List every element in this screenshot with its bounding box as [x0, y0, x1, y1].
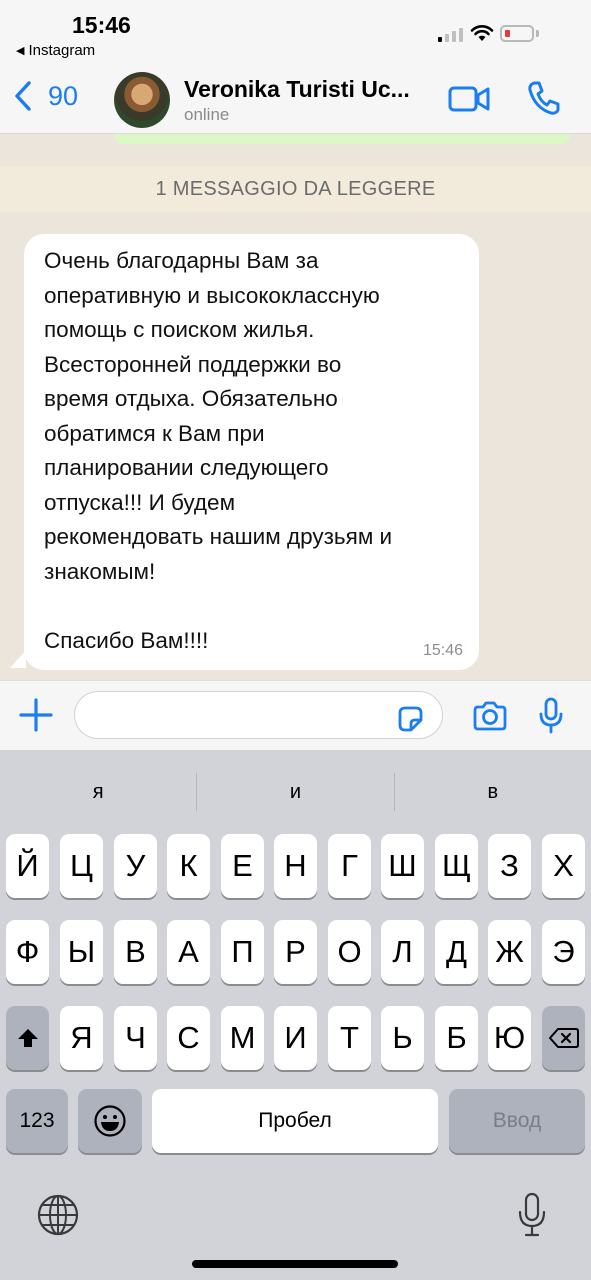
emoji-key[interactable]: [78, 1089, 142, 1153]
key-letter[interactable]: Й: [6, 834, 49, 898]
incoming-message-bubble[interactable]: Очень благодарны Вам за оперативную и вы…: [24, 234, 479, 670]
sticker-icon[interactable]: [396, 705, 424, 733]
key-letter[interactable]: М: [221, 1006, 264, 1070]
battery-tip: [536, 30, 539, 37]
key-letter[interactable]: А: [167, 920, 210, 984]
key-letter[interactable]: Ю: [488, 1006, 531, 1070]
key-letter[interactable]: Я: [60, 1006, 103, 1070]
globe-icon[interactable]: [37, 1194, 79, 1236]
message-time: 15:46: [422, 642, 463, 659]
shift-key[interactable]: [6, 1006, 49, 1070]
key-letter[interactable]: Ж: [488, 920, 531, 984]
suggestion-bar: я и в: [0, 768, 591, 816]
key-letter[interactable]: И: [274, 1006, 317, 1070]
camera-icon[interactable]: [472, 701, 508, 731]
contact-status: online: [184, 105, 230, 124]
key-letter[interactable]: Щ: [435, 834, 478, 898]
key-letter[interactable]: Ф: [6, 920, 49, 984]
home-indicator: [192, 1260, 398, 1268]
key-letter[interactable]: Н: [274, 834, 317, 898]
return-key[interactable]: Ввод: [449, 1089, 585, 1153]
key-letter[interactable]: К: [167, 834, 210, 898]
status-bar: 15:46 ◀ Instagram: [0, 0, 591, 64]
backspace-key[interactable]: [542, 1006, 585, 1070]
key-letter[interactable]: Д: [435, 920, 478, 984]
backspace-icon: [548, 1028, 579, 1048]
key-letter[interactable]: Е: [221, 834, 264, 898]
key-letter[interactable]: Ч: [114, 1006, 157, 1070]
suggestion-3[interactable]: в: [395, 768, 591, 816]
key-letter[interactable]: Л: [381, 920, 424, 984]
message-input[interactable]: [74, 691, 443, 739]
back-button[interactable]: 90: [12, 80, 78, 112]
key-letter[interactable]: У: [114, 834, 157, 898]
key-letter[interactable]: П: [221, 920, 264, 984]
back-to-app-link[interactable]: ◀ Instagram: [16, 42, 95, 59]
cellular-signal-icon: [438, 26, 463, 42]
key-letter[interactable]: Э: [542, 920, 585, 984]
key-letter[interactable]: Г: [328, 834, 371, 898]
key-letter[interactable]: Р: [274, 920, 317, 984]
unread-messages-banner: 1 MESSAGGIO DA LEGGERE: [0, 166, 591, 212]
previous-message-bubble: [114, 134, 570, 144]
key-letter[interactable]: З: [488, 834, 531, 898]
emoji-icon: [94, 1105, 126, 1137]
space-key[interactable]: Пробел: [152, 1089, 438, 1153]
battery-icon: [500, 25, 534, 42]
key-letter[interactable]: О: [328, 920, 371, 984]
phone-icon[interactable]: [526, 80, 560, 116]
chevron-left-icon: [15, 81, 31, 111]
dictation-microphone-icon[interactable]: [517, 1192, 547, 1238]
key-letter[interactable]: С: [167, 1006, 210, 1070]
back-triangle-icon: ◀: [16, 45, 25, 57]
plus-icon[interactable]: [18, 697, 54, 733]
unread-count: 90: [48, 80, 79, 111]
key-letter[interactable]: Х: [542, 834, 585, 898]
shift-icon: [17, 1029, 38, 1047]
key-letter[interactable]: Ц: [60, 834, 103, 898]
wifi-icon: [470, 25, 494, 41]
status-time: 15:46: [72, 12, 131, 38]
microphone-icon[interactable]: [538, 697, 564, 735]
back-app-label: Instagram: [28, 42, 96, 59]
key-letter[interactable]: Б: [435, 1006, 478, 1070]
avatar[interactable]: [114, 72, 170, 128]
suggestion-2[interactable]: и: [197, 768, 393, 816]
chat-area[interactable]: 1 MESSAGGIO DA LEGGERE Очень благодарны …: [0, 134, 591, 680]
key-letter[interactable]: Т: [328, 1006, 371, 1070]
contact-name[interactable]: Veronika Turisti Uc...: [184, 76, 410, 103]
video-call-icon[interactable]: [448, 84, 490, 114]
suggestion-1[interactable]: я: [0, 768, 196, 816]
numbers-key[interactable]: 123: [6, 1089, 68, 1153]
key-letter[interactable]: Ш: [381, 834, 424, 898]
chat-header: 90 Veronika Turisti Uc... online: [0, 64, 591, 134]
keyboard: я и в Й Ц У К Е Н Г Ш Щ З Х Ф Ы В А П Р …: [0, 750, 591, 1280]
message-text: Очень благодарны Вам за оперативную и вы…: [44, 248, 393, 653]
message-input-bar: [0, 680, 591, 750]
key-letter[interactable]: Ы: [60, 920, 103, 984]
key-letter[interactable]: В: [114, 920, 157, 984]
key-letter[interactable]: Ь: [381, 1006, 424, 1070]
